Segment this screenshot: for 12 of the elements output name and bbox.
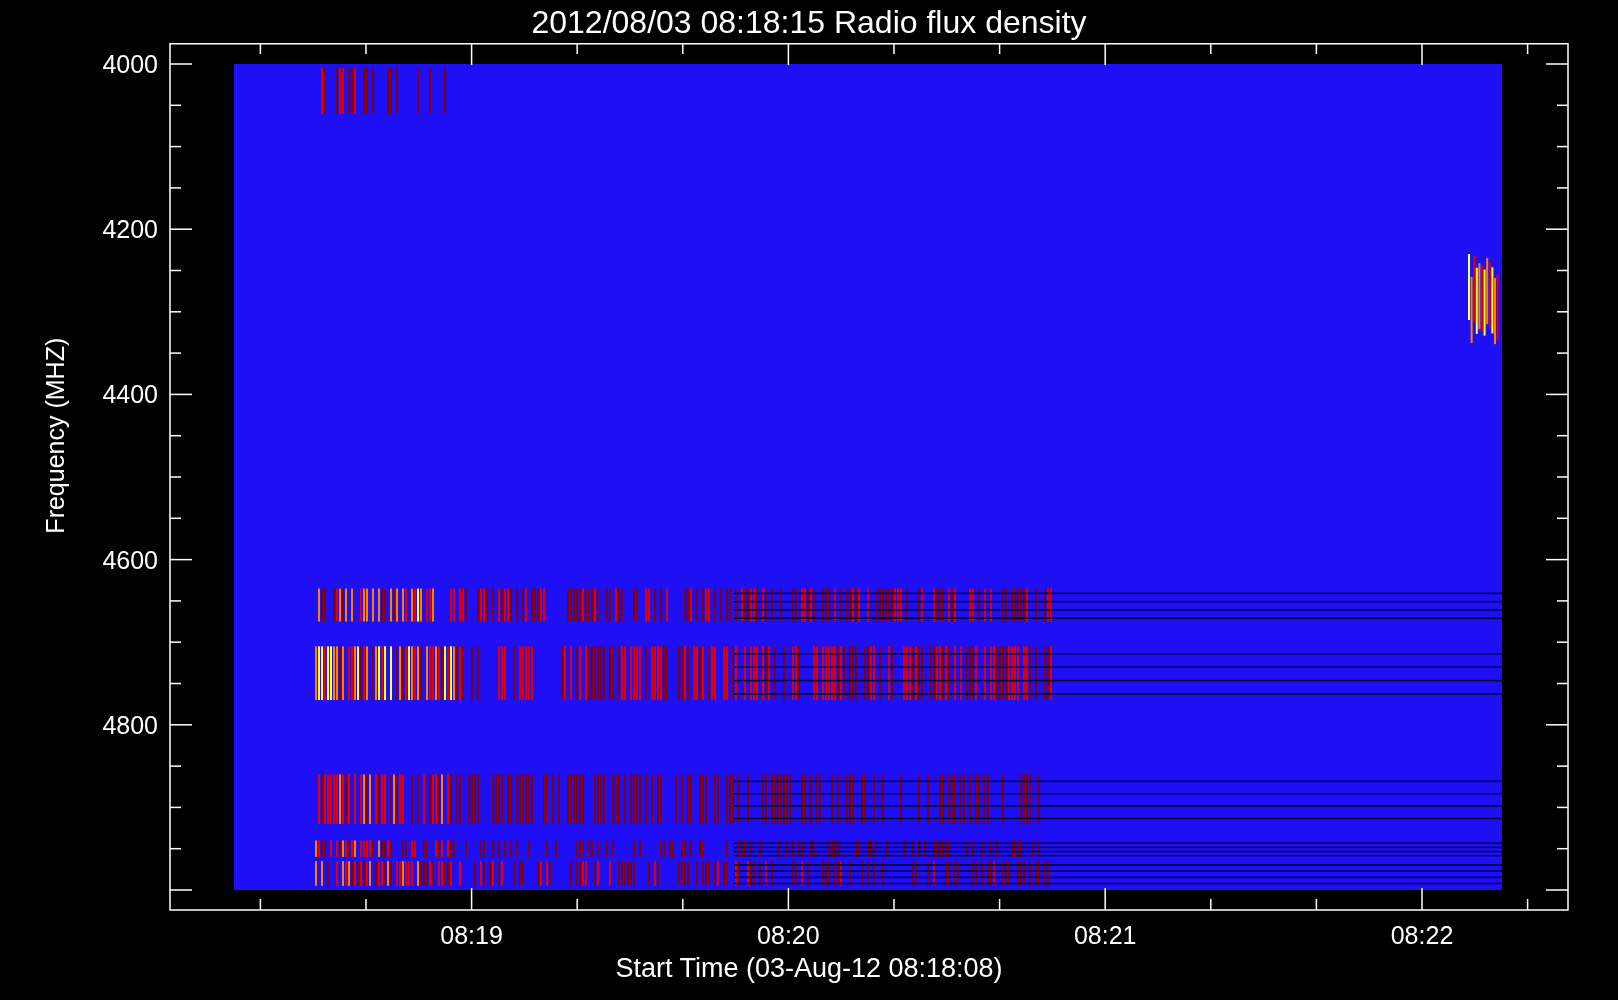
y-tick-label: 4000 (102, 50, 158, 78)
x-axis-title: Start Time (03-Aug-12 08:18:08) (615, 955, 1003, 982)
y-tick-label: 4800 (102, 710, 158, 739)
y-axis-title: Frequency (MHZ) (41, 337, 69, 534)
x-tick-label: 08:20 (757, 921, 820, 949)
y-tick-label: 4400 (102, 380, 158, 409)
plot-title: 2012/08/03 08:18:15 Radio flux density (531, 5, 1087, 38)
x-tick-label: 08:22 (1390, 921, 1454, 949)
y-tick-label: 4600 (102, 545, 158, 574)
x-tick-label: 08:19 (440, 921, 503, 949)
y-tick-label: 4200 (102, 215, 158, 244)
x-tick-label: 08:21 (1073, 921, 1137, 949)
